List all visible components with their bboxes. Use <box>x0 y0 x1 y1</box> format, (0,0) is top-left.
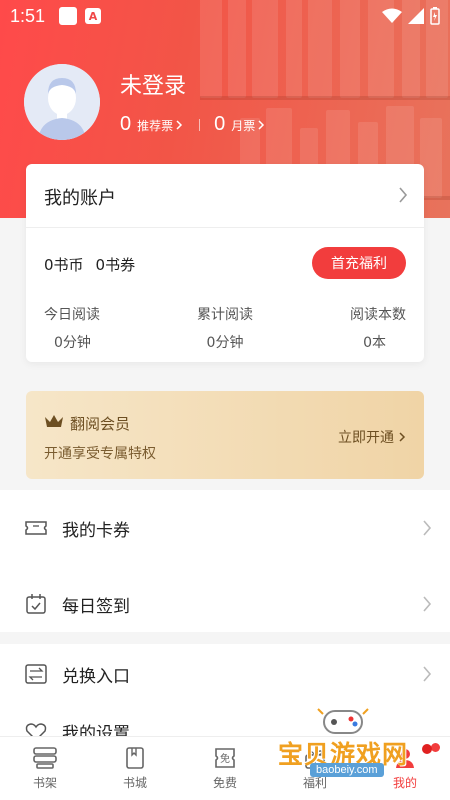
stat-value: 0分钟 <box>54 335 91 351</box>
menu-item-label: 每日签到 <box>62 596 130 617</box>
vip-open-button[interactable]: 立即开通 <box>338 427 406 447</box>
stat-today-reading: 今日阅读 0分钟 <box>26 304 159 352</box>
chevron-right-icon <box>423 666 432 682</box>
notification-icon <box>59 7 78 25</box>
voucher-balance: 0书券 <box>95 256 136 274</box>
user-icon <box>396 749 414 768</box>
watermark-dot <box>422 744 432 754</box>
monthly-ticket-count: 0 <box>214 113 226 135</box>
wifi-icon <box>382 8 402 23</box>
account-card: 我的账户 0书币 0书券 首充福利 今日阅读 0分钟 累计阅读 0分钟 阅读本数… <box>26 164 424 362</box>
recommend-ticket-link[interactable]: 推荐票 <box>137 117 173 134</box>
username[interactable]: 未登录 <box>120 68 186 100</box>
menu-item-redeem[interactable]: 兑换入口 <box>0 644 450 704</box>
stat-books-read: 阅读本数 0本 <box>291 304 424 352</box>
calendar-icon <box>24 592 48 616</box>
stat-label: 阅读本数 <box>350 307 407 323</box>
notification-dot <box>431 743 440 752</box>
chevron-right-icon <box>423 520 432 536</box>
battery-icon <box>430 7 440 25</box>
crown-icon <box>45 415 63 427</box>
divider <box>199 118 201 131</box>
stat-value: 0分钟 <box>206 335 244 351</box>
stat-total-reading: 累计阅读 0分钟 <box>159 304 292 352</box>
svg-text:免: 免 <box>220 752 230 765</box>
bookshelf-icon <box>33 747 57 769</box>
tickets-row: 0 推荐票 0 月票 <box>120 113 265 136</box>
vip-description: 开通享受专属特权 <box>44 446 156 462</box>
menu-section-2: 兑换入口 我的设置 <box>0 644 450 744</box>
section-gap <box>0 632 450 644</box>
stat-label: 今日阅读 <box>44 307 100 323</box>
first-recharge-button[interactable]: 首充福利 <box>312 247 406 279</box>
vip-open-label: 立即开通 <box>338 430 394 446</box>
app-notification-icon: A <box>85 8 102 24</box>
avatar[interactable] <box>24 64 100 140</box>
bottom-tab-bar: 书架 书城 免 免费 福利 我的 <box>0 736 450 800</box>
status-time: 1:51 <box>10 5 46 26</box>
free-icon: 免 <box>215 748 235 768</box>
stat-label: 累计阅读 <box>197 307 253 323</box>
gift-icon <box>305 750 325 769</box>
tab-label: 福利 <box>302 776 327 790</box>
book-icon <box>126 747 144 769</box>
balance: 0书币 0书券 <box>44 254 135 275</box>
chevron-right-icon[interactable] <box>398 186 408 204</box>
monthly-ticket-link[interactable]: 月票 <box>231 117 255 134</box>
chevron-right-icon <box>423 596 432 612</box>
signal-icon <box>408 8 424 24</box>
default-avatar-icon <box>24 64 100 140</box>
chevron-right-icon <box>399 432 406 442</box>
exchange-icon <box>24 662 48 686</box>
ticket-icon <box>24 516 48 540</box>
menu-section-1: 我的卡券 每日签到 <box>0 490 450 642</box>
menu-item-label: 我的卡券 <box>62 520 130 541</box>
tab-free[interactable]: 免 免费 <box>180 737 270 800</box>
tab-mine[interactable]: 我的 <box>360 737 450 800</box>
menu-item-coupons[interactable]: 我的卡券 <box>0 490 450 566</box>
menu-item-label: 兑换入口 <box>62 666 130 687</box>
menu-item-checkin[interactable]: 每日签到 <box>0 566 450 642</box>
tab-label: 免费 <box>212 776 237 790</box>
tab-label: 书城 <box>122 776 147 790</box>
tab-label: 我的 <box>392 776 417 790</box>
chevron-right-icon <box>176 120 183 130</box>
tab-bookstore[interactable]: 书城 <box>90 737 180 800</box>
tab-bookshelf[interactable]: 书架 <box>0 737 90 800</box>
tab-label: 书架 <box>32 776 57 790</box>
divider <box>26 227 424 228</box>
stat-value: 0本 <box>363 335 387 351</box>
vip-title: 翻阅会员 <box>70 415 131 433</box>
reading-stats: 今日阅读 0分钟 累计阅读 0分钟 阅读本数 0本 <box>26 304 424 352</box>
tab-welfare[interactable]: 福利 <box>270 737 360 800</box>
vip-banner[interactable]: 翻阅会员 开通享受专属特权 立即开通 <box>26 391 424 479</box>
coin-balance: 0书币 <box>44 256 84 274</box>
status-bar: 1:51 A <box>0 0 450 32</box>
account-title[interactable]: 我的账户 <box>44 184 116 210</box>
chevron-right-icon <box>258 120 265 130</box>
recommend-ticket-count: 0 <box>120 113 132 135</box>
